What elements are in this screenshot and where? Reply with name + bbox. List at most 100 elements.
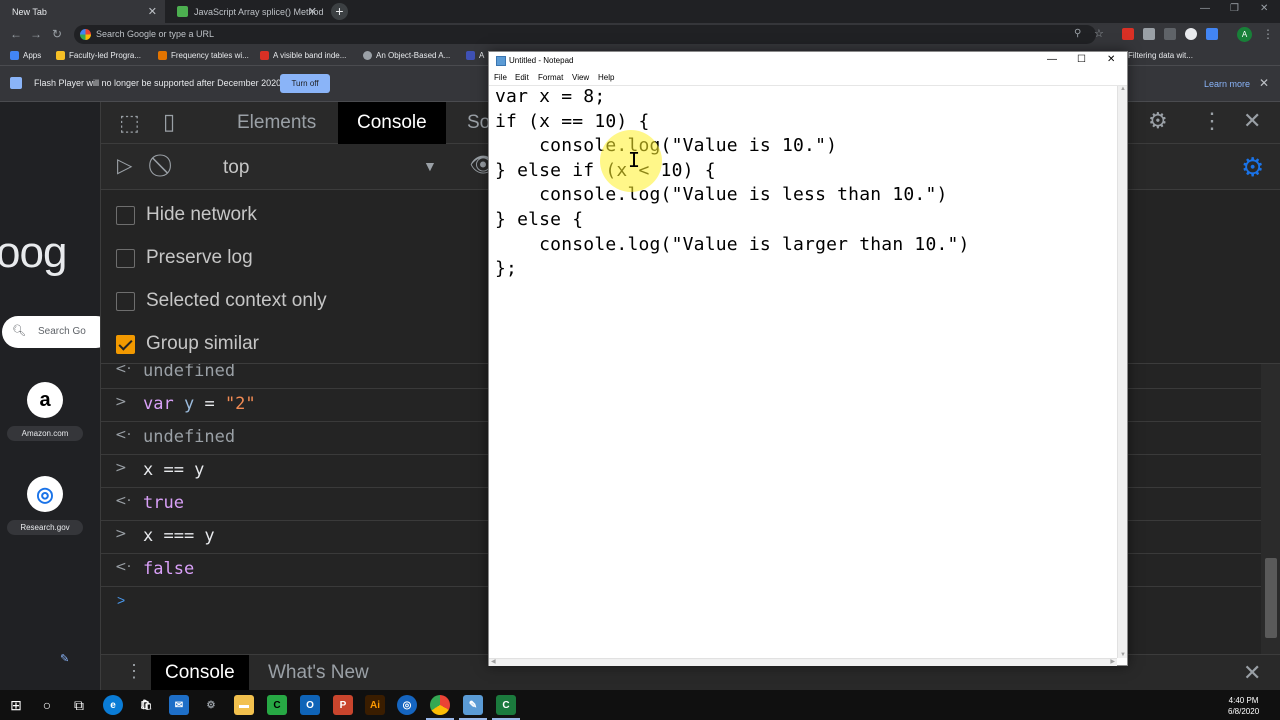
bookmark-item[interactable]: Frequency tables wi...: [158, 51, 249, 60]
menu-view[interactable]: View: [572, 73, 589, 82]
camtasia-recorder-icon[interactable]: C: [492, 695, 520, 720]
close-window-icon[interactable]: ✕: [1260, 3, 1268, 14]
checkbox[interactable]: [116, 291, 135, 311]
menu-edit[interactable]: Edit: [515, 73, 529, 82]
grid-extension-icon[interactable]: [1164, 28, 1176, 40]
shortcut-tile-research[interactable]: ◎ Research.gov: [5, 476, 85, 535]
close-icon[interactable]: ✕: [308, 5, 317, 18]
pdf-extension-icon[interactable]: [1122, 28, 1134, 40]
outlook-icon[interactable]: O: [300, 695, 320, 715]
menu-help[interactable]: Help: [598, 73, 614, 82]
reload-icon[interactable]: ↻: [52, 27, 62, 41]
option-group-similar[interactable]: Group similar: [116, 333, 259, 355]
profile-avatar[interactable]: A: [1237, 27, 1252, 42]
task-view-icon[interactable]: ⧉: [69, 695, 89, 715]
settings-icon[interactable]: ⚙: [201, 695, 221, 715]
omnibox[interactable]: Search Google or type a URL ⚲ ☆: [74, 25, 1104, 44]
minimize-icon[interactable]: —: [1200, 3, 1210, 14]
zotero-extension-icon[interactable]: [1143, 28, 1155, 40]
tab-array-splice[interactable]: JavaScript Array splice() Method ✕: [165, 0, 325, 23]
close-icon[interactable]: ✕: [1107, 54, 1115, 65]
github-icon[interactable]: [1185, 28, 1197, 40]
option-selected-context-only[interactable]: Selected context only: [116, 290, 327, 312]
notepad-title-bar[interactable]: Untitled - Notepad — ☐ ✕: [489, 52, 1127, 70]
drawer-tab-whats-new[interactable]: What's New: [268, 655, 369, 691]
illustrator-icon[interactable]: Ai: [365, 695, 385, 715]
learn-more-link[interactable]: Learn more: [1204, 79, 1250, 89]
console-scroll-thumb[interactable]: [1265, 558, 1277, 638]
bookmark-item[interactable]: A visible band inde...: [260, 51, 346, 60]
scroll-left-icon[interactable]: ◀: [491, 658, 496, 665]
menu-dots-icon[interactable]: ⋮: [1262, 27, 1274, 41]
console-settings-icon[interactable]: ⚙: [1241, 152, 1264, 183]
app-icon[interactable]: ◎: [397, 695, 417, 715]
drawer-tab-console[interactable]: Console: [151, 655, 249, 691]
bookmark-item[interactable]: Filtering data wit...: [1128, 51, 1193, 60]
star-icon[interactable]: ☆: [1094, 27, 1104, 40]
notepad-taskbar-icon[interactable]: ✎: [459, 695, 487, 720]
chevron-down-icon[interactable]: ▼: [423, 158, 437, 174]
bookmark-item[interactable]: Faculty-led Progra...: [56, 51, 141, 60]
notepad-vertical-scrollbar[interactable]: ▲ ▼: [1117, 86, 1127, 658]
menu-format[interactable]: Format: [538, 73, 563, 82]
notepad-horizontal-scrollbar[interactable]: ◀ ▶: [489, 658, 1117, 666]
bookmark-item[interactable]: A: [466, 51, 484, 60]
bookmark-item[interactable]: An Object-Based A...: [363, 51, 450, 60]
maximize-icon[interactable]: ☐: [1077, 54, 1086, 65]
inspect-icon[interactable]: ⬚: [119, 110, 140, 136]
new-tab-button[interactable]: +: [331, 3, 348, 20]
system-clock[interactable]: 4:40 PM 6/8/2020: [1228, 695, 1259, 717]
powerpoint-icon[interactable]: P: [333, 695, 353, 715]
search-icon[interactable]: ○: [37, 695, 57, 715]
tab-label: New Tab: [12, 6, 47, 17]
notepad-menu-bar: File Edit Format View Help: [489, 70, 1127, 86]
zoom-icon[interactable]: ⚲: [1074, 28, 1081, 39]
context-selector[interactable]: top: [223, 157, 249, 179]
camtasia-icon[interactable]: C: [267, 695, 287, 715]
option-preserve-log[interactable]: Preserve log: [116, 247, 253, 269]
checkbox[interactable]: [116, 205, 135, 225]
scroll-right-icon[interactable]: ▶: [1110, 658, 1115, 665]
tab-new-tab[interactable]: New Tab ✕: [0, 0, 165, 23]
pencil-icon[interactable]: ✎: [60, 652, 69, 665]
back-icon[interactable]: ←: [10, 27, 22, 41]
bookmark-apps[interactable]: Apps: [10, 51, 41, 60]
device-toggle-icon[interactable]: ▯: [163, 109, 175, 135]
forward-icon[interactable]: →: [30, 27, 42, 41]
gear-icon[interactable]: ⚙: [1148, 108, 1168, 134]
sidebar-toggle-icon[interactable]: ▷: [117, 153, 132, 178]
close-icon[interactable]: ✕: [1259, 76, 1269, 90]
tab-console[interactable]: Console: [338, 102, 446, 144]
scroll-up-icon[interactable]: ▲: [1120, 86, 1126, 92]
console-prompt-icon[interactable]: >: [117, 592, 125, 608]
checkbox-checked[interactable]: [116, 334, 135, 354]
window-title: Untitled - Notepad: [509, 56, 574, 65]
checkbox[interactable]: [116, 248, 135, 268]
close-icon[interactable]: ✕: [1243, 108, 1261, 134]
menu-dots-icon[interactable]: ⋮: [1201, 108, 1223, 134]
chrome-icon[interactable]: [426, 695, 454, 720]
turn-off-button[interactable]: Turn off: [280, 74, 330, 93]
option-hide-network[interactable]: Hide network: [116, 204, 257, 226]
tab-sources[interactable]: So: [467, 102, 490, 144]
close-icon[interactable]: ✕: [148, 5, 157, 18]
tab-elements[interactable]: Elements: [237, 102, 316, 144]
edge-icon[interactable]: e: [103, 695, 123, 715]
docs-extension-icon[interactable]: [1206, 28, 1218, 40]
store-icon[interactable]: 🛍︎: [136, 695, 156, 715]
code-line: console.log("Value is larger than 10."): [495, 234, 970, 255]
scroll-down-icon[interactable]: ▼: [1120, 652, 1126, 658]
browser-tab-strip: New Tab ✕ JavaScript Array splice() Meth…: [0, 0, 1280, 23]
windows-start-icon[interactable]: ⊞: [6, 695, 26, 715]
minimize-icon[interactable]: —: [1047, 54, 1057, 65]
file-explorer-icon[interactable]: ▬: [234, 695, 254, 715]
mail-icon[interactable]: ✉: [169, 695, 189, 715]
shortcut-tile-amazon[interactable]: a Amazon.com: [5, 382, 85, 441]
menu-file[interactable]: File: [494, 73, 507, 82]
restore-icon[interactable]: ❐: [1230, 3, 1239, 14]
drawer-menu-icon[interactable]: ⋮: [125, 661, 143, 682]
research-icon: ◎: [27, 476, 63, 512]
ntp-search-box[interactable]: 🔍︎ Search Go: [2, 316, 112, 348]
notepad-text-area[interactable]: var x = 8; if (x == 10) { console.log("V…: [489, 86, 1117, 658]
close-icon[interactable]: ✕: [1243, 660, 1261, 686]
